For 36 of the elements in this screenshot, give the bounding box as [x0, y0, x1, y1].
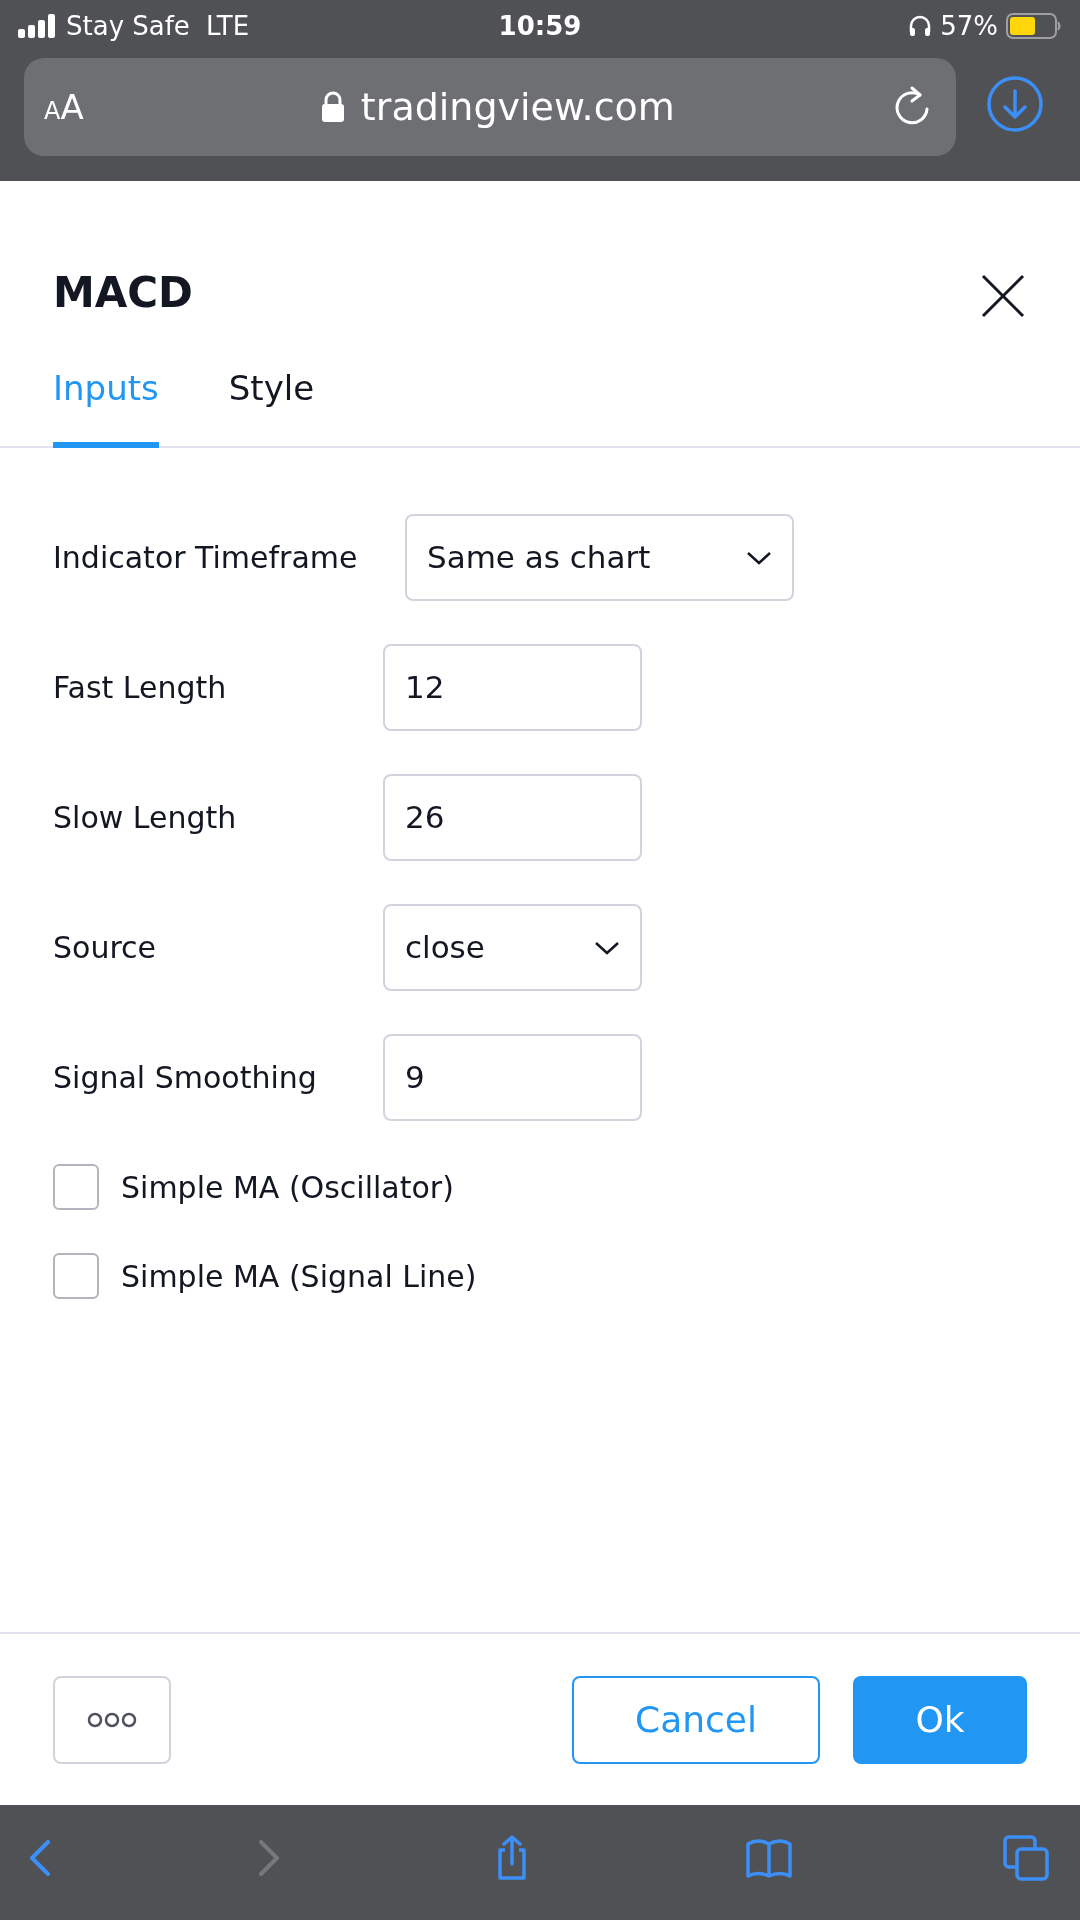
network-type: LTE	[205, 9, 250, 43]
chevron-down-icon	[594, 939, 620, 956]
forward-icon	[259, 1839, 279, 1876]
url-text[interactable]: tradingview.com	[360, 78, 675, 136]
back-icon	[30, 1839, 50, 1876]
dropdown-field[interactable]: close	[383, 904, 642, 991]
checkbox[interactable]	[53, 1164, 99, 1210]
carrier-name: Stay Safe	[66, 9, 190, 43]
field-label: Fast Length	[53, 669, 228, 707]
checkbox-label: Simple MA (Oscillator)	[121, 1168, 454, 1207]
field-label: Slow Length	[53, 799, 238, 837]
checkbox-label: Simple MA (Signal Line)	[121, 1257, 477, 1296]
checkbox[interactable]	[53, 1253, 99, 1299]
input-field[interactable]: 12	[383, 644, 642, 731]
field-label: Signal Smoothing	[53, 1059, 318, 1097]
headphones-icon	[908, 14, 933, 38]
field-label: Source	[53, 929, 158, 967]
tabs-icon	[1002, 1833, 1050, 1882]
dropdown-field[interactable]: Same as chart	[405, 514, 794, 601]
dots-icon	[87, 1712, 137, 1728]
text-size-button[interactable]: AA	[24, 81, 104, 133]
download-icon[interactable]	[986, 75, 1044, 133]
field-label: Indicator Timeframe	[53, 539, 359, 577]
more-button[interactable]	[53, 1675, 171, 1764]
back-button[interactable]	[30, 1839, 50, 1876]
chevron-down-icon	[746, 549, 772, 566]
clock-time: 10:59	[498, 9, 582, 43]
tab[interactable]: Style	[228, 363, 315, 448]
signal-icon	[18, 14, 58, 38]
lock-icon	[320, 91, 345, 123]
dialog-title: MACD	[53, 267, 193, 319]
battery-icon	[1006, 13, 1062, 39]
input-field[interactable]: 26	[383, 774, 642, 861]
battery-percent: 57%	[940, 9, 998, 43]
input-field[interactable]: 9	[383, 1034, 642, 1121]
tabs-button[interactable]	[1002, 1833, 1050, 1882]
